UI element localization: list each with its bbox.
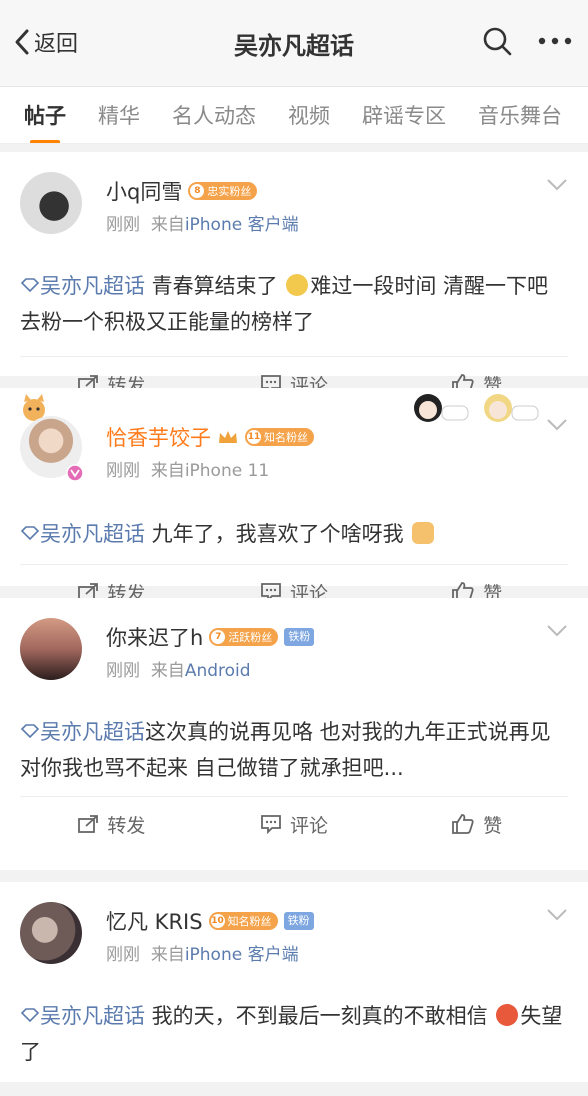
search-icon[interactable] bbox=[482, 26, 512, 56]
fan-level-badge[interactable]: 10 知名粉丝 bbox=[208, 912, 278, 930]
chevron-down-icon[interactable] bbox=[546, 624, 568, 638]
username[interactable]: 你来迟了h bbox=[106, 622, 203, 652]
chevron-down-icon[interactable] bbox=[546, 418, 568, 432]
angry-face-icon bbox=[496, 1004, 519, 1026]
source-link[interactable]: iPhone 客户端 bbox=[185, 215, 299, 235]
post-meta: 刚刚 来自Android bbox=[106, 661, 251, 681]
avatar[interactable] bbox=[20, 618, 82, 680]
topic-diamond-icon bbox=[20, 526, 40, 541]
topic-diamond-icon bbox=[20, 724, 40, 739]
verified-badge-icon bbox=[66, 464, 84, 482]
post-card[interactable]: 忆凡 KRIS 10 知名粉丝 铁粉 刚刚 来自iPhone 客户端 吴亦凡超话 … bbox=[0, 882, 588, 1082]
iron-fan-badge[interactable]: 铁粉 bbox=[283, 912, 314, 930]
fan-level-badge[interactable]: 7 活跃粉丝 bbox=[209, 628, 279, 646]
post-content[interactable]: 吴亦凡超话 青春算结束了 难过一段时间 清醒一下吧 去粉一个积极又正能量的榜样了 bbox=[0, 254, 588, 340]
post-card[interactable]: 恰香芋饺子 11 知名粉丝 刚刚 来自iPhone 11 吴亦凡超话 九年了，我喜… bbox=[0, 388, 588, 605]
topic-link[interactable]: 吴亦凡超话 bbox=[20, 522, 145, 546]
post-meta: 刚刚 来自iPhone 11 bbox=[106, 461, 270, 481]
navigation-bar: 返回 吴亦凡超话 bbox=[0, 0, 588, 87]
topic-link[interactable]: 吴亦凡超话 bbox=[20, 1004, 145, 1028]
tab-posts[interactable]: 帖子 bbox=[24, 100, 66, 130]
tab-music-stage[interactable]: 音乐舞台 bbox=[478, 100, 562, 130]
crown-icon bbox=[219, 431, 237, 443]
like-button[interactable]: 赞 bbox=[385, 797, 568, 851]
avatar[interactable] bbox=[20, 172, 82, 234]
back-chevron-icon bbox=[15, 29, 29, 55]
post-card[interactable]: 你来迟了h 7 活跃粉丝 铁粉 刚刚 来自Android 吴亦凡超话这次真的说再见… bbox=[0, 598, 588, 870]
repost-icon bbox=[78, 815, 99, 833]
chevron-down-icon[interactable] bbox=[546, 178, 568, 192]
username[interactable]: 恰香芋饺子 bbox=[106, 422, 211, 452]
back-label: 返回 bbox=[34, 32, 79, 57]
avatar[interactable] bbox=[20, 902, 82, 964]
post-meta: 刚刚 来自iPhone 客户端 bbox=[106, 945, 299, 965]
post-content[interactable]: 吴亦凡超话这次真的说再见咯 也对我的九年正式说再见 对你我也骂不起来 自己做错了… bbox=[0, 700, 588, 786]
thumbs-up-icon bbox=[452, 814, 474, 834]
post-content[interactable]: 吴亦凡超话 九年了，我喜欢了个啥呀我 bbox=[0, 502, 588, 552]
source-link[interactable]: iPhone 11 bbox=[185, 461, 269, 481]
comment-button[interactable]: 评论 bbox=[203, 797, 386, 851]
fan-level-badge[interactable]: 8 忠实粉丝 bbox=[188, 182, 258, 200]
tab-rumor-zone[interactable]: 辟谣专区 bbox=[362, 100, 446, 130]
post-actions: 转发 评论 赞 bbox=[20, 796, 568, 851]
topic-link[interactable]: 吴亦凡超话 bbox=[20, 274, 145, 298]
more-icon[interactable] bbox=[538, 37, 572, 45]
fan-level-badge[interactable]: 11 知名粉丝 bbox=[245, 428, 314, 446]
tab-celebrity-updates[interactable]: 名人动态 bbox=[172, 100, 256, 130]
source-link[interactable]: Android bbox=[185, 661, 251, 681]
clap-hands-icon bbox=[412, 522, 435, 544]
topic-diamond-icon bbox=[20, 278, 40, 293]
source-link[interactable]: iPhone 客户端 bbox=[185, 945, 299, 965]
tab-videos[interactable]: 视频 bbox=[288, 100, 330, 130]
username[interactable]: 小q同雪 bbox=[106, 176, 182, 206]
topic-link[interactable]: 吴亦凡超话 bbox=[20, 720, 145, 744]
topic-diamond-icon bbox=[20, 1008, 40, 1023]
tab-featured[interactable]: 精华 bbox=[98, 100, 140, 130]
sad-face-icon bbox=[286, 274, 309, 296]
repost-button[interactable]: 转发 bbox=[20, 797, 203, 851]
comment-icon bbox=[261, 815, 281, 834]
chevron-down-icon[interactable] bbox=[546, 908, 568, 922]
post-meta: 刚刚 来自iPhone 客户端 bbox=[106, 215, 299, 235]
back-button[interactable]: 返回 bbox=[14, 26, 78, 58]
post-content[interactable]: 吴亦凡超话 我的天，不到最后一刻真的不敢相信 失望了 bbox=[0, 984, 588, 1070]
tab-bar: 帖子 精华 名人动态 视频 辟谣专区 音乐舞台 bbox=[0, 87, 588, 144]
post-card[interactable]: 小q同雪 8 忠实粉丝 刚刚 来自iPhone 客户端 吴亦凡超话 青春算结束了 … bbox=[0, 152, 588, 397]
iron-fan-badge[interactable]: 铁粉 bbox=[284, 628, 315, 646]
username[interactable]: 忆凡 KRIS bbox=[106, 906, 203, 936]
